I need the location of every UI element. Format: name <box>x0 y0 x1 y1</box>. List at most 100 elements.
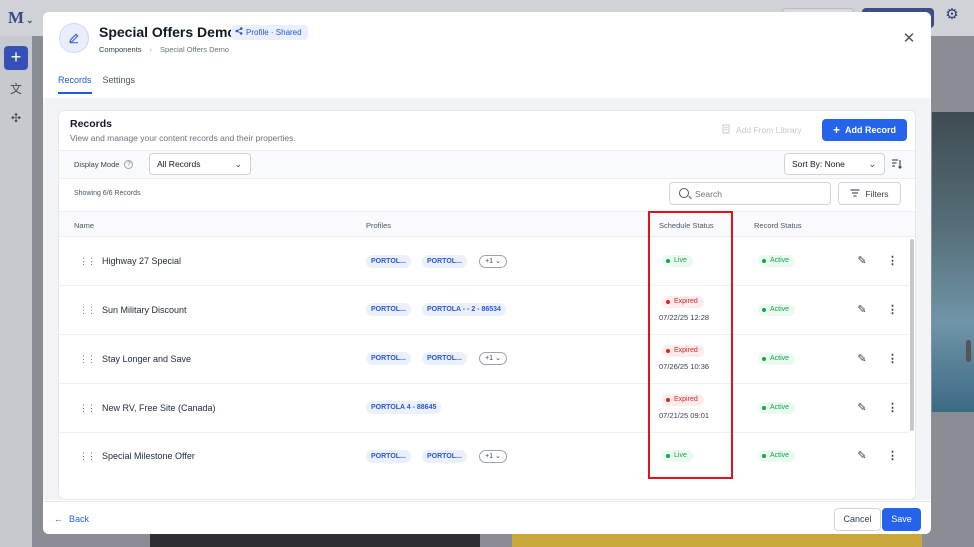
profile-tag: PORTOLA - - 2 - 86534 <box>422 303 506 316</box>
records-card: Records View and manage your content rec… <box>58 110 916 500</box>
more-options-icon[interactable]: ⋮ <box>887 402 898 414</box>
page-title: Special Offers Demo <box>99 24 236 40</box>
record-status-badge: Active <box>758 255 796 267</box>
search-toolbar: Showing 6/6 Records Filters <box>59 179 915 211</box>
more-profiles-button[interactable]: +1 ⌄ <box>479 352 507 365</box>
plus-icon: + <box>832 123 840 137</box>
add-from-library-button[interactable]: Add From Library <box>722 124 802 136</box>
tab-bar: Records Settings <box>58 75 135 94</box>
background-scrollbar <box>966 340 971 362</box>
table-row[interactable]: ⋮⋮ Special Milestone Offer PORTOL... POR… <box>59 433 909 482</box>
profile-tag: PORTOLA 4 - 88645 <box>366 401 442 414</box>
record-count: Showing 6/6 Records <box>74 190 141 197</box>
display-mode-label: Display Mode ? <box>74 160 134 169</box>
save-button[interactable]: Save <box>882 508 921 531</box>
search-box[interactable] <box>669 182 831 205</box>
record-name: Sun Military Discount <box>102 305 187 315</box>
record-status-badge: Active <box>758 304 796 316</box>
chevron-right-icon: › <box>149 45 153 54</box>
schedule-date: 07/26/25 10:36 <box>659 362 710 371</box>
edit-icon[interactable]: ✎ <box>856 304 868 316</box>
translate-icon: 文 <box>9 82 22 96</box>
plus-icon: + <box>4 46 28 70</box>
more-profiles-button[interactable]: +1 ⌄ <box>479 450 507 463</box>
modal-header: Special Offers Demo Profile · Shared Com… <box>43 12 931 107</box>
profile-tag: PORTOL... <box>422 352 467 365</box>
record-name: Special Milestone Offer <box>102 451 195 461</box>
chevron-down-icon: ⌄ <box>868 159 876 169</box>
schedule-status-badge: Expired <box>662 296 704 308</box>
breadcrumb: Components › Special Offers Demo <box>99 45 229 54</box>
tab-records[interactable]: Records <box>58 75 92 94</box>
display-mode-select[interactable]: All Records ⌄ <box>149 153 251 175</box>
profile-tag: PORTOL... <box>366 450 411 463</box>
table-row[interactable]: ⋮⋮ Stay Longer and Save PORTOL... PORTOL… <box>59 335 909 384</box>
sort-order-icon[interactable] <box>891 159 902 172</box>
column-header-profiles: Profiles <box>366 221 392 230</box>
record-name: Highway 27 Special <box>102 256 182 266</box>
more-options-icon[interactable]: ⋮ <box>887 255 898 267</box>
back-button[interactable]: ← Back <box>54 514 89 524</box>
display-toolbar: Display Mode ? All Records ⌄ Sort By: No… <box>59 150 915 179</box>
table-row[interactable]: ⋮⋮ Sun Military Discount PORTOL... PORTO… <box>59 286 909 335</box>
profile-shared-badge: Profile · Shared <box>231 25 308 40</box>
breadcrumb-item: Special Offers Demo <box>160 45 230 54</box>
record-name: New RV, Free Site (Canada) <box>102 403 216 413</box>
drag-handle-icon[interactable]: ⋮⋮ <box>79 452 96 461</box>
add-record-button[interactable]: + Add Record <box>822 119 907 141</box>
background-photo <box>150 534 480 547</box>
filters-button[interactable]: Filters <box>838 182 901 205</box>
help-icon[interactable]: ? <box>124 160 134 169</box>
modal-body: Records View and manage your content rec… <box>43 98 931 500</box>
background-photo <box>932 112 974 412</box>
edit-icon[interactable]: ✎ <box>856 402 868 414</box>
more-options-icon[interactable]: ⋮ <box>887 304 898 316</box>
search-input[interactable] <box>695 187 825 201</box>
more-options-icon[interactable]: ⋮ <box>887 450 898 462</box>
schedule-status-badge: Expired <box>662 345 704 357</box>
more-options-icon[interactable]: ⋮ <box>887 353 898 365</box>
edit-icon <box>59 23 89 53</box>
modal-footer: ← Back Cancel Save <box>43 501 931 534</box>
drag-handle-icon[interactable]: ⋮⋮ <box>79 355 96 364</box>
filter-icon <box>850 188 860 199</box>
drag-handle-icon[interactable]: ⋮⋮ <box>79 257 96 266</box>
edit-icon[interactable]: ✎ <box>856 353 868 365</box>
share-icon <box>235 25 243 40</box>
breadcrumb-item[interactable]: Components <box>99 45 142 54</box>
library-icon <box>722 124 731 136</box>
app-logo: M ⌄ <box>8 8 34 27</box>
drag-handle-icon[interactable]: ⋮⋮ <box>79 404 96 413</box>
background-banner <box>512 534 922 547</box>
records-modal: Special Offers Demo Profile · Shared Com… <box>43 12 931 534</box>
edit-icon[interactable]: ✎ <box>856 255 868 267</box>
table-row[interactable]: ⋮⋮ New RV, Free Site (Canada) PORTOLA 4 … <box>59 384 909 433</box>
close-icon[interactable]: ✕ <box>901 31 917 47</box>
column-header-record-status: Record Status <box>754 221 802 230</box>
arrow-left-icon: ← <box>54 514 63 524</box>
table-row[interactable]: ⋮⋮ Highway 27 Special PORTOL... PORTOL..… <box>59 237 909 286</box>
record-status-badge: Active <box>758 450 796 462</box>
table-scrollbar[interactable] <box>910 239 914 431</box>
search-icon <box>679 188 689 198</box>
profile-tag: PORTOL... <box>366 303 411 316</box>
schedule-status-badge: Live <box>662 450 693 462</box>
record-status-badge: Active <box>758 353 796 365</box>
table-header: Name Profiles Schedule Status Record Sta… <box>59 211 915 237</box>
schedule-date: 07/22/25 12:28 <box>659 313 710 322</box>
section-title: Records <box>70 118 113 130</box>
cancel-button[interactable]: Cancel <box>834 508 881 531</box>
profile-tag: PORTOL... <box>366 352 411 365</box>
more-profiles-button[interactable]: +1 ⌄ <box>479 255 507 268</box>
record-name: Stay Longer and Save <box>102 354 192 364</box>
components-icon: ✣ <box>10 111 22 125</box>
tab-settings[interactable]: Settings <box>103 75 136 94</box>
schedule-status-badge: Expired <box>662 394 704 406</box>
edit-icon[interactable]: ✎ <box>856 450 868 462</box>
section-subtitle: View and manage your content records and… <box>70 133 296 143</box>
chevron-down-icon: ⌄ <box>234 159 242 169</box>
schedule-date: 07/21/25 09:01 <box>659 411 710 420</box>
sort-by-select[interactable]: Sort By: None ⌄ <box>784 153 885 175</box>
drag-handle-icon[interactable]: ⋮⋮ <box>79 306 96 315</box>
column-header-name: Name <box>74 221 95 230</box>
